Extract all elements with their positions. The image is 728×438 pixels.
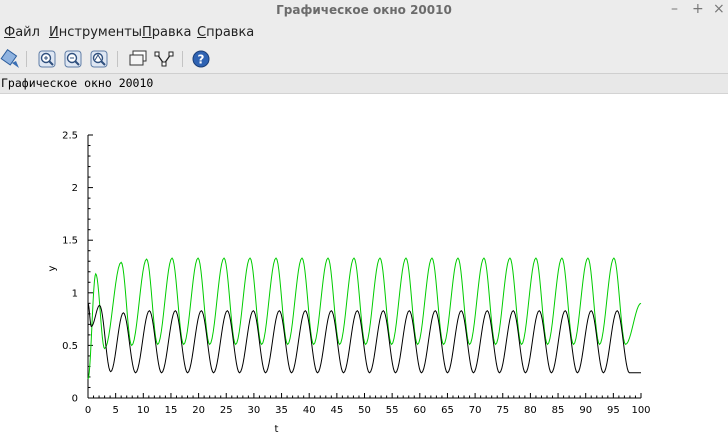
menu-file-label: айл bbox=[15, 25, 40, 40]
menu-edit-mnemonic: П bbox=[142, 25, 152, 40]
x-tick-label: 25 bbox=[220, 405, 233, 416]
menubar: Файл Инструменты Правка Справка bbox=[0, 20, 728, 44]
zoom-reset-icon[interactable] bbox=[88, 48, 110, 70]
window-titlebar[interactable]: Графическое окно 20010 – + × bbox=[0, 0, 728, 20]
x-tick-label: 65 bbox=[441, 405, 454, 416]
menu-file[interactable]: Файл bbox=[4, 25, 40, 40]
zoom-out-icon[interactable] bbox=[62, 48, 84, 70]
x-tick-label: 30 bbox=[248, 405, 261, 416]
x-tick-label: 40 bbox=[303, 405, 316, 416]
y-tick-label: 0.5 bbox=[62, 341, 78, 352]
toolbar-separator bbox=[182, 51, 183, 67]
maximize-icon[interactable]: + bbox=[692, 1, 704, 17]
x-tick-label: 15 bbox=[165, 405, 178, 416]
datatip-icon[interactable] bbox=[127, 48, 149, 70]
minimize-icon[interactable]: – bbox=[671, 1, 678, 17]
menu-edit[interactable]: Правка bbox=[142, 25, 191, 40]
x-tick-label: 50 bbox=[358, 405, 371, 416]
y-tick-label: 2 bbox=[72, 183, 78, 194]
figure-label-bar: Графическое окно 20010 bbox=[0, 74, 728, 94]
y-tick-label: 1 bbox=[72, 288, 78, 299]
toolbar: ? bbox=[0, 44, 728, 74]
menu-help[interactable]: Справка bbox=[197, 25, 254, 40]
menu-tools-mnemonic: И bbox=[49, 25, 59, 40]
window-title: Графическое окно 20010 bbox=[276, 3, 452, 17]
x-tick-label: 70 bbox=[469, 405, 482, 416]
x-tick-label: 75 bbox=[496, 405, 509, 416]
x-tick-label: 90 bbox=[579, 405, 592, 416]
plot-canvas[interactable]: 0 5 10 15 20 25 30 35 40 45 50 55 60 65 70 75 80 85 90 95 10… bbox=[0, 94, 728, 438]
edit-curve-icon[interactable] bbox=[153, 48, 175, 70]
x-tick-label: 45 bbox=[330, 405, 343, 416]
x-tick-label: 35 bbox=[275, 405, 288, 416]
plot-series bbox=[87, 257, 642, 380]
figure-label: Графическое окно 20010 bbox=[1, 76, 154, 90]
rotate-icon[interactable] bbox=[0, 48, 22, 70]
x-tick-label: 95 bbox=[607, 405, 620, 416]
x-tick-label: 55 bbox=[386, 405, 399, 416]
series-line-2 bbox=[87, 303, 641, 374]
x-tick-label: 100 bbox=[631, 405, 650, 416]
toolbar-separator bbox=[26, 51, 27, 67]
zoom-in-icon[interactable] bbox=[36, 48, 58, 70]
x-tick-label: 0 bbox=[85, 405, 91, 416]
x-tick-label: 85 bbox=[552, 405, 565, 416]
y-tick-label: 2.5 bbox=[62, 131, 78, 142]
plot-axes bbox=[87, 134, 642, 399]
menu-file-mnemonic: Ф bbox=[4, 25, 16, 40]
x-tick-label: 80 bbox=[524, 405, 537, 416]
menu-edit-label: равка bbox=[151, 25, 192, 40]
x-tick-label: 5 bbox=[112, 405, 118, 416]
x-tick-label: 20 bbox=[192, 405, 205, 416]
y-tick-label: 1.5 bbox=[62, 236, 78, 247]
menu-help-label: правка bbox=[206, 25, 255, 40]
svg-text:?: ? bbox=[198, 53, 205, 67]
close-icon[interactable]: × bbox=[713, 1, 725, 17]
toolbar-separator bbox=[117, 51, 118, 67]
menu-help-mnemonic: С bbox=[197, 25, 207, 40]
help-icon[interactable]: ? bbox=[190, 48, 212, 70]
x-tick-label: 10 bbox=[137, 405, 150, 416]
series-line-1 bbox=[87, 257, 642, 380]
menu-tools-label: нструменты bbox=[58, 25, 143, 40]
y-tick-label: 0 bbox=[72, 394, 78, 405]
y-axis-label: y bbox=[47, 265, 58, 271]
menu-tools[interactable]: Инструменты bbox=[49, 25, 142, 40]
x-tick-label: 60 bbox=[413, 405, 426, 416]
x-axis-label: t bbox=[275, 424, 279, 435]
